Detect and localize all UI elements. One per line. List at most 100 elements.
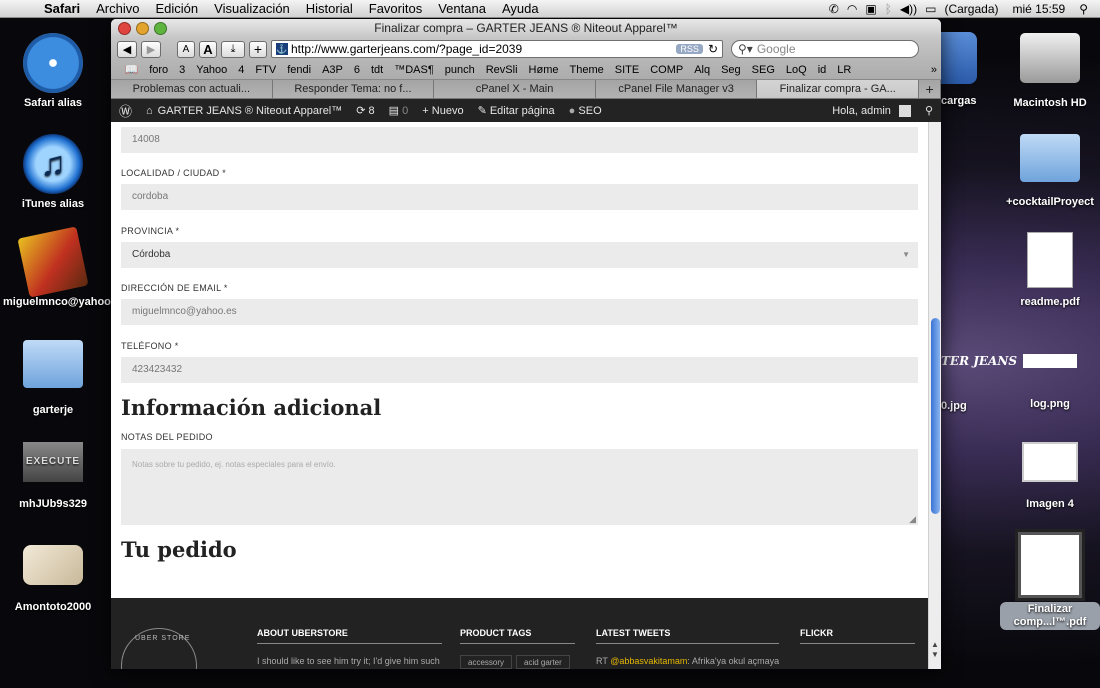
bookmark-download-icon[interactable]: ⤓: [221, 40, 245, 58]
minimize-window-button[interactable]: [136, 22, 149, 35]
admin-new[interactable]: + Nuevo: [422, 105, 463, 117]
vertical-scrollbar[interactable]: ▲ ▼: [928, 122, 941, 669]
bookmark-item[interactable]: id: [812, 64, 832, 76]
bookmark-item[interactable]: foro: [144, 64, 174, 76]
close-window-button[interactable]: [118, 22, 131, 35]
resize-handle-icon[interactable]: ◢: [909, 514, 916, 525]
readme-pdf-icon[interactable]: readme.pdf: [1000, 232, 1100, 309]
cereal-box-icon[interactable]: miguelmnco@yahoo.es: [3, 226, 126, 309]
bookmark-item[interactable]: 3: [174, 64, 191, 76]
desktop-partial-label-cargas[interactable]: cargas: [941, 95, 976, 107]
finalizar-pdf-icon[interactable]: Finalizar comp...l™.pdf: [1000, 532, 1100, 630]
footer-tweets-title: LATEST TWEETS: [596, 628, 779, 644]
bookmark-item[interactable]: tdt: [365, 64, 388, 76]
bookmark-item[interactable]: SITE: [609, 64, 644, 76]
notes-textarea[interactable]: Notas sobre tu pedido, ej. notas especia…: [121, 449, 918, 525]
log-png-icon[interactable]: log.png: [1000, 354, 1100, 411]
wordpress-icon[interactable]: Ⓦ: [119, 101, 132, 120]
garterje-folder-icon[interactable]: garterje: [3, 340, 103, 417]
tab-item-active[interactable]: Finalizar compra - GA...: [757, 80, 920, 98]
bookmark-item[interactable]: Høme: [523, 64, 564, 76]
bookmark-item[interactable]: Theme: [564, 64, 609, 76]
tab-item[interactable]: Responder Tema: no f...: [272, 80, 435, 98]
desktop-partial-label-jpg[interactable]: 0.jpg: [941, 400, 967, 412]
bluetooth-icon[interactable]: ᛒ: [885, 2, 892, 16]
admin-comments[interactable]: ▤ 0: [389, 104, 409, 117]
clock[interactable]: mié 15:59: [1013, 2, 1066, 16]
rss-badge[interactable]: RSS: [676, 44, 703, 54]
back-button[interactable]: ◀: [117, 40, 137, 58]
zoom-window-button[interactable]: [154, 22, 167, 35]
bookmarks-overflow-icon[interactable]: »: [931, 64, 941, 76]
menu-ayuda[interactable]: Ayuda: [494, 1, 547, 16]
reload-icon[interactable]: ↻: [708, 42, 718, 56]
tab-item[interactable]: cPanel File Manager v3: [595, 80, 758, 98]
url-field[interactable]: ⚓ http://www.garterjeans.com/?page_id=20…: [271, 40, 723, 58]
new-tab-button[interactable]: +: [919, 80, 941, 98]
text-larger-button[interactable]: A: [199, 40, 217, 58]
text-smaller-button[interactable]: A: [177, 40, 195, 58]
bookmark-item[interactable]: FTV: [250, 64, 282, 76]
tag-accessory[interactable]: accessory: [460, 655, 513, 669]
admin-avatar[interactable]: [898, 104, 911, 117]
menu-visualizacion[interactable]: Visualización: [206, 1, 298, 16]
execute-file-icon[interactable]: EXECUTE mhJUb9s329: [3, 442, 103, 511]
admin-search-icon[interactable]: ⚲: [925, 104, 933, 117]
display-icon[interactable]: ▣: [865, 2, 876, 16]
itunes-alias-icon[interactable]: ♫ iTunes alias: [3, 134, 103, 211]
bookmark-item[interactable]: Yahoo: [191, 64, 233, 76]
menu-historial[interactable]: Historial: [298, 1, 361, 16]
admin-edit-page[interactable]: ✎ Editar página: [478, 104, 555, 117]
bookmark-item[interactable]: fendi: [282, 64, 317, 76]
bookmark-item[interactable]: LoQ: [780, 64, 812, 76]
battery-icon[interactable]: ▭: [925, 2, 936, 16]
bookmark-item[interactable]: COMP: [645, 64, 689, 76]
tag-acid-garter[interactable]: acid garter: [516, 655, 570, 669]
admin-seo[interactable]: ● SEO: [569, 105, 602, 117]
bookmark-item[interactable]: punch: [439, 64, 480, 76]
bookmark-item[interactable]: Seg: [716, 64, 747, 76]
bookmark-item[interactable]: A3P: [317, 64, 349, 76]
menu-ventana[interactable]: Ventana: [430, 1, 494, 16]
admin-greeting[interactable]: Hola, admin: [832, 105, 891, 117]
imagen4-icon[interactable]: Imagen 4: [1000, 442, 1100, 511]
menu-favoritos[interactable]: Favoritos: [361, 1, 430, 16]
phone-field[interactable]: 423423432: [121, 357, 918, 383]
admin-site-link[interactable]: ⌂ GARTER JEANS ® Niteout Apparel™: [146, 105, 342, 117]
tab-item[interactable]: cPanel X - Main: [434, 80, 596, 98]
bookmark-item[interactable]: LR: [832, 64, 857, 76]
email-field[interactable]: miguelmnco@yahoo.es: [121, 299, 918, 325]
city-field[interactable]: cordoba: [121, 184, 918, 210]
search-field[interactable]: ⚲▾ Google: [731, 40, 919, 58]
postcode-field[interactable]: 14008: [121, 127, 918, 153]
cocktail-folder-icon[interactable]: +cocktailProyect: [1000, 134, 1100, 209]
bookmark-item[interactable]: 4: [233, 64, 250, 76]
menu-edicion[interactable]: Edición: [148, 1, 207, 16]
admin-updates[interactable]: ⟳ 8: [356, 104, 374, 117]
add-bookmark-button[interactable]: +: [249, 40, 267, 58]
menu-app[interactable]: Safari: [36, 1, 88, 16]
forward-button[interactable]: ▶: [141, 40, 161, 58]
desktop-partial-icon[interactable]: [941, 32, 977, 84]
phone-icon[interactable]: ✆: [829, 2, 839, 16]
volume-icon[interactable]: ◀)): [900, 2, 917, 16]
safari-alias-icon[interactable]: Safari alias: [3, 33, 103, 110]
tweet-user-link[interactable]: @abbasvakitamam: [610, 656, 687, 666]
scroll-up-icon[interactable]: ▲: [931, 640, 939, 649]
bookmark-item[interactable]: ™DAS¶: [389, 64, 440, 76]
spotlight-icon[interactable]: ⚲: [1079, 2, 1088, 16]
bookmark-item[interactable]: 6: [348, 64, 365, 76]
bookmark-item[interactable]: Alq: [689, 64, 716, 76]
wifi-icon[interactable]: ◠: [847, 2, 857, 16]
reading-list-icon[interactable]: 📖: [119, 63, 144, 76]
tab-item[interactable]: Problemas con actuali...: [111, 80, 273, 98]
amontoto-file-icon[interactable]: Amontoto2000: [3, 545, 103, 614]
menu-archivo[interactable]: Archivo: [88, 1, 147, 16]
province-select[interactable]: Córdoba ▼: [121, 242, 918, 268]
scrollbar-thumb[interactable]: [931, 318, 940, 514]
battery-status[interactable]: (Cargada): [944, 2, 998, 16]
scroll-down-icon[interactable]: ▼: [931, 650, 939, 659]
macintosh-hd-icon[interactable]: Macintosh HD: [1000, 33, 1100, 110]
bookmark-item[interactable]: RevSli: [480, 64, 523, 76]
bookmark-item[interactable]: SEG: [746, 64, 780, 76]
